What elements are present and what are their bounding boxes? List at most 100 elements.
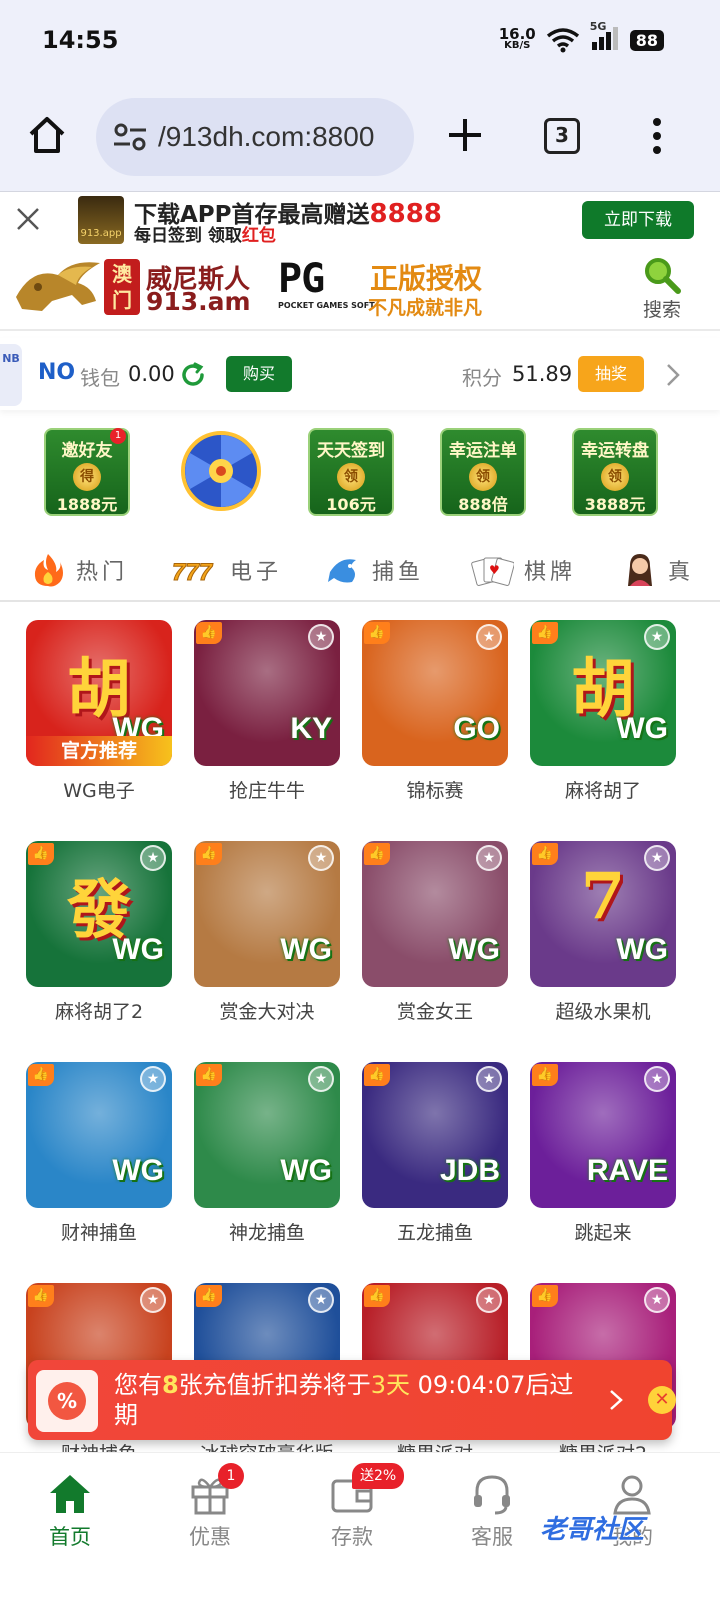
side-drawer-tab[interactable]: NB: [0, 344, 22, 406]
game-card[interactable]: WG 👍 ★ 神龙捕鱼: [194, 1062, 340, 1245]
game-thumbnail[interactable]: WG 👍 ★: [194, 841, 340, 987]
tab-switcher-button[interactable]: 3: [544, 118, 580, 154]
buy-button[interactable]: 购买: [226, 356, 292, 392]
nav-home[interactable]: 首页: [20, 1471, 120, 1551]
tab-live[interactable]: 真: [622, 546, 694, 594]
game-thumbnail[interactable]: RAVE 👍 ★: [530, 1062, 676, 1208]
game-card[interactable]: WG 👍 ★ 财神捕鱼: [26, 1062, 172, 1245]
refresh-icon[interactable]: [180, 362, 206, 388]
favorite-star-icon[interactable]: ★: [476, 845, 502, 871]
game-thumbnail[interactable]: 胡 WG 👍 ★: [530, 620, 676, 766]
favorite-star-icon[interactable]: ★: [308, 1287, 334, 1313]
favorite-star-icon[interactable]: ★: [644, 1287, 670, 1313]
game-name: 五龙捕鱼: [396, 1222, 473, 1244]
close-icon[interactable]: [14, 205, 42, 233]
tab-hot[interactable]: 热门: [30, 546, 128, 594]
prize-wheel-icon[interactable]: [180, 430, 262, 512]
favorite-star-icon[interactable]: ★: [476, 1287, 502, 1313]
game-card[interactable]: 胡 WG 官方推荐 WG电子: [26, 620, 172, 803]
game-card[interactable]: WG 👍 ★ 赏金女王: [362, 841, 508, 1024]
chevron-right-icon[interactable]: [608, 1388, 624, 1412]
tab-slots[interactable]: 777 电子: [172, 546, 282, 594]
pg-title: 正版授权: [370, 262, 483, 295]
game-card[interactable]: GO 👍 ★ 锦标赛: [362, 620, 508, 803]
search-label: 搜索: [642, 299, 681, 321]
game-card[interactable]: WG 👍 ★ 赏金大对决: [194, 841, 340, 1024]
nav-support[interactable]: 客服: [442, 1471, 542, 1551]
invite-friends-activity[interactable]: 邀好友 得 1888元 1: [44, 428, 130, 516]
favorite-star-icon[interactable]: ★: [140, 1287, 166, 1313]
favorite-star-icon[interactable]: ★: [140, 845, 166, 871]
favorite-star-icon[interactable]: ★: [308, 1066, 334, 1092]
game-name: 麻将胡了: [564, 780, 641, 802]
lottery-draw-button[interactable]: 抽奖: [578, 356, 644, 392]
new-tab-icon[interactable]: [446, 116, 484, 154]
flame-icon: [34, 554, 63, 587]
provider-tag: WG: [616, 712, 668, 745]
lucky-bet-activity[interactable]: 幸运注单 领 888倍: [440, 428, 526, 516]
favorite-star-icon[interactable]: ★: [644, 1066, 670, 1092]
provider-tag: WG: [112, 933, 164, 966]
app-logo: 913.app: [78, 196, 124, 244]
activity-card: 幸运转盘 领 3888元: [572, 428, 658, 516]
game-thumbnail[interactable]: WG 👍 ★: [362, 841, 508, 987]
favorite-star-icon[interactable]: ★: [644, 845, 670, 871]
winged-lion-logo-icon[interactable]: [12, 257, 104, 315]
game-grid: 胡 WG 官方推荐 WG电子 KY 👍 ★ 抢庄牛牛 GO 👍 ★ 锦标赛胡 WG 👍 ★ 麻将胡了發 WG 👍 ★…: [0, 620, 720, 1460]
favorite-star-icon[interactable]: ★: [308, 845, 334, 871]
search-button[interactable]: 搜索: [636, 255, 688, 323]
game-thumbnail[interactable]: 胡 WG 官方推荐: [26, 620, 172, 766]
favorite-star-icon[interactable]: ★: [308, 624, 334, 650]
game-card[interactable]: 胡 WG 👍 ★ 麻将胡了: [530, 620, 676, 803]
game-thumbnail[interactable]: 發 WG 👍 ★: [26, 841, 172, 987]
coupon-expiry-toast[interactable]: % 您有8张充值折扣券将于3天 09:04:07后过期 ✕: [28, 1360, 676, 1440]
game-card[interactable]: JDB 👍 ★ 五龙捕鱼: [362, 1062, 508, 1245]
coupon-days: 3天: [370, 1371, 410, 1399]
favorite-star-icon[interactable]: ★: [140, 1066, 166, 1092]
thumbs-up-icon: 👍: [532, 622, 558, 644]
game-thumbnail[interactable]: 7 WG 👍 ★: [530, 841, 676, 987]
tab-fishing[interactable]: 捕鱼: [326, 546, 424, 594]
no-coin-logo: NO: [38, 360, 76, 385]
game-card[interactable]: 發 WG 👍 ★ 麻将胡了2: [26, 841, 172, 1024]
nav-promotions[interactable]: 1 优惠: [160, 1463, 260, 1551]
thumbs-up-icon: 👍: [28, 843, 54, 865]
game-thumbnail[interactable]: WG 👍 ★: [194, 1062, 340, 1208]
game-thumbnail[interactable]: WG 👍 ★: [26, 1062, 172, 1208]
slot-777-icon: 777: [172, 559, 214, 587]
favorite-star-icon[interactable]: ★: [644, 624, 670, 650]
game-thumbnail[interactable]: KY 👍 ★: [194, 620, 340, 766]
nav-deposit[interactable]: 送2% 存款: [302, 1463, 405, 1551]
game-card[interactable]: KY 👍 ★ 抢庄牛牛: [194, 620, 340, 803]
game-thumbnail[interactable]: GO 👍 ★: [362, 620, 508, 766]
activity-card: 天天签到 领 106元: [308, 428, 394, 516]
lucky-wheel-activity[interactable]: 幸运转盘 领 3888元: [572, 428, 658, 516]
download-now-button[interactable]: 立即下载: [582, 201, 694, 239]
thumbs-up-icon: 👍: [364, 843, 390, 865]
game-category-tabs: 热门 777 电子 捕鱼 ♥ 棋牌 真: [0, 540, 720, 602]
deposit-bonus-badge: 送2%: [352, 1463, 405, 1489]
fish-icon: [328, 559, 356, 583]
nav-label: 存款: [331, 1525, 373, 1549]
points-value: 51.89: [512, 362, 573, 386]
game-card[interactable]: RAVE 👍 ★ 跳起来: [530, 1062, 676, 1245]
bottom-navigation: 首页 1 优惠 送2% 存款 客服 我的 老哥社区: [0, 1452, 720, 1604]
game-name: 麻将胡了2: [54, 1001, 144, 1023]
chevron-right-icon[interactable]: [664, 362, 682, 388]
more-menu-icon[interactable]: [652, 118, 662, 154]
game-thumbnail[interactable]: JDB 👍 ★: [362, 1062, 508, 1208]
tab-cards[interactable]: ♥ 棋牌: [470, 546, 576, 594]
activity-coin-icon: 得: [73, 463, 101, 491]
thumbs-up-icon: 👍: [532, 1285, 558, 1307]
browser-home-icon[interactable]: [26, 114, 68, 156]
activity-amount: 1888元: [56, 495, 118, 514]
favorite-star-icon[interactable]: ★: [476, 1066, 502, 1092]
status-time: 14:55: [42, 26, 119, 54]
daily-checkin-activity[interactable]: 天天签到 领 106元: [308, 428, 394, 516]
site-settings-icon[interactable]: [112, 122, 148, 152]
thumbs-up-icon: 👍: [196, 622, 222, 644]
favorite-star-icon[interactable]: ★: [476, 624, 502, 650]
close-toast-button[interactable]: ✕: [648, 1386, 676, 1414]
game-card[interactable]: 7 WG 👍 ★ 超级水果机: [530, 841, 676, 1024]
address-bar[interactable]: /913dh.com:8800: [96, 98, 414, 176]
